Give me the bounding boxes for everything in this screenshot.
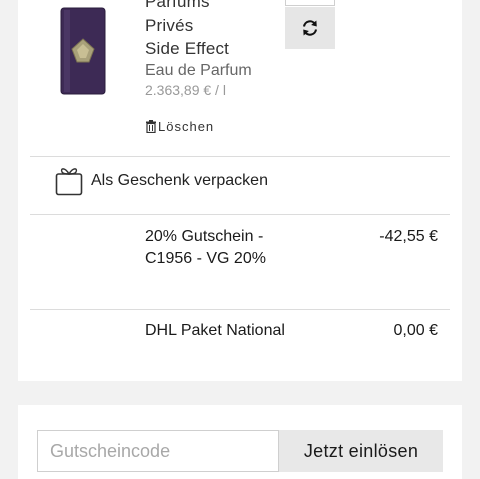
perfume-bottle-icon xyxy=(60,7,106,95)
divider xyxy=(30,309,450,310)
gift-wrap-label: Als Geschenk verpacken xyxy=(91,172,268,189)
product-image[interactable] xyxy=(58,6,108,96)
gift-icon xyxy=(55,168,83,196)
refresh-button[interactable] xyxy=(285,7,335,49)
divider xyxy=(30,156,450,157)
product-variant: Eau de Parfum xyxy=(145,62,252,79)
redeem-voucher-button[interactable]: Jetzt einlösen xyxy=(279,430,443,472)
product-name[interactable]: Side Effect xyxy=(145,39,229,59)
voucher-code-input[interactable] xyxy=(37,430,279,472)
gift-wrap-option[interactable]: Als Geschenk verpacken xyxy=(55,166,268,196)
shipping-line-name: DHL Paket National xyxy=(145,322,285,339)
trash-icon xyxy=(146,120,156,133)
delete-label: Löschen xyxy=(158,119,215,134)
unit-price: 2.363,89 € / l xyxy=(145,82,226,98)
shipping-line-amount: 0,00 € xyxy=(393,322,438,339)
quantity-input[interactable] xyxy=(285,0,335,6)
refresh-icon xyxy=(302,20,318,36)
product-brand-line2: Privés xyxy=(145,16,194,35)
voucher-line-name: 20% Gutschein - C1956 - VG 20% xyxy=(145,228,266,267)
delete-link[interactable]: Löschen xyxy=(145,119,214,134)
voucher-line-amount: -42,55 € xyxy=(379,228,438,245)
product-brand-line1: Parfums xyxy=(145,0,210,11)
divider xyxy=(30,214,450,215)
